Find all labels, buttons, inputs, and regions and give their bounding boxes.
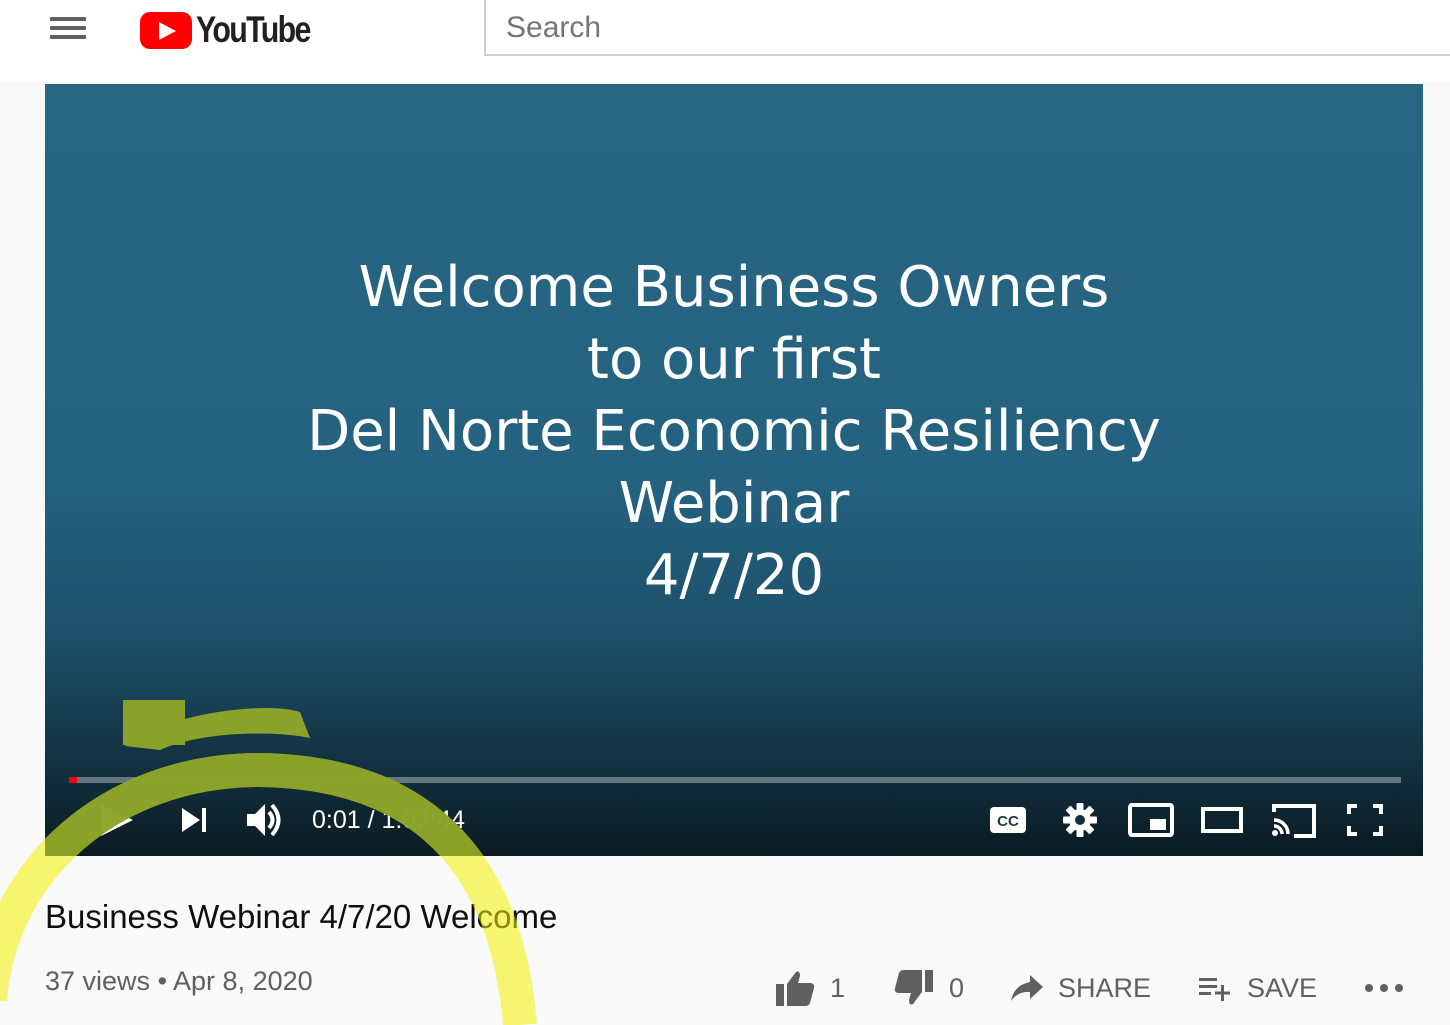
hamburger-menu-icon[interactable] <box>48 12 90 44</box>
captions-icon[interactable]: CC <box>988 798 1028 842</box>
slide-line: Webinar <box>618 471 850 536</box>
svg-text:CC: CC <box>997 813 1019 830</box>
search-input[interactable] <box>486 0 1408 56</box>
youtube-logo-text: YouTube <box>196 9 311 50</box>
progress-bar[interactable] <box>69 777 1401 783</box>
video-meta: 37 views • Apr 8, 2020 <box>45 966 313 997</box>
time-display: 0:01 / 1:02:44 <box>312 806 465 835</box>
fullscreen-icon[interactable] <box>1345 798 1385 842</box>
share-arrow-icon <box>1011 975 1043 1001</box>
play-icon[interactable] <box>97 798 135 842</box>
slide-line: Del Norte Economic Resiliency <box>307 399 1161 464</box>
masthead: YouTube <box>0 0 1450 82</box>
slide-line: 4/7/20 <box>643 543 825 608</box>
meta-dot: • <box>157 966 168 996</box>
theater-mode-icon[interactable] <box>1200 798 1244 842</box>
save-button[interactable]: SAVE <box>1197 960 1317 1016</box>
miniplayer-icon[interactable] <box>1127 798 1175 842</box>
next-icon[interactable] <box>178 798 212 842</box>
slide-line: to our first <box>586 327 882 392</box>
video-title: Business Webinar 4/7/20 Welcome <box>45 898 558 935</box>
view-count: 37 views <box>45 966 151 996</box>
youtube-play-logo-icon <box>140 11 192 49</box>
duration: 1:02:44 <box>381 806 465 834</box>
time-separator: / <box>360 806 382 834</box>
slide-title: Welcome Business Owners to our first Del… <box>45 252 1423 612</box>
dislike-button[interactable]: 0 <box>893 960 964 1016</box>
more-actions-button[interactable] <box>1364 960 1404 1016</box>
dislike-count: 0 <box>949 972 965 1003</box>
slide-line: Welcome Business Owners <box>358 255 1110 320</box>
progress-bar-fill <box>69 777 77 783</box>
playlist-add-icon <box>1199 978 1230 1001</box>
player-controls: 0:01 / 1:02:44 CC <box>45 790 1423 850</box>
volume-icon[interactable] <box>243 798 287 842</box>
search-box[interactable] <box>484 0 1450 56</box>
share-button[interactable]: SHARE <box>1010 960 1151 1016</box>
more-horizontal-icon <box>1365 984 1403 992</box>
save-label: SAVE <box>1247 972 1318 1003</box>
youtube-logo[interactable]: YouTube <box>140 9 335 50</box>
video-player[interactable]: Welcome Business Owners to our first Del… <box>45 84 1423 856</box>
like-count: 1 <box>830 972 846 1003</box>
cast-icon[interactable] <box>1270 798 1318 842</box>
upload-date: Apr 8, 2020 <box>173 966 313 996</box>
share-label: SHARE <box>1058 972 1152 1003</box>
thumbs-up-icon <box>776 971 815 1006</box>
thumbs-down-icon <box>894 970 933 1005</box>
settings-gear-icon[interactable] <box>1060 798 1100 842</box>
current-time: 0:01 <box>312 806 361 834</box>
like-button[interactable]: 1 <box>774 960 845 1016</box>
